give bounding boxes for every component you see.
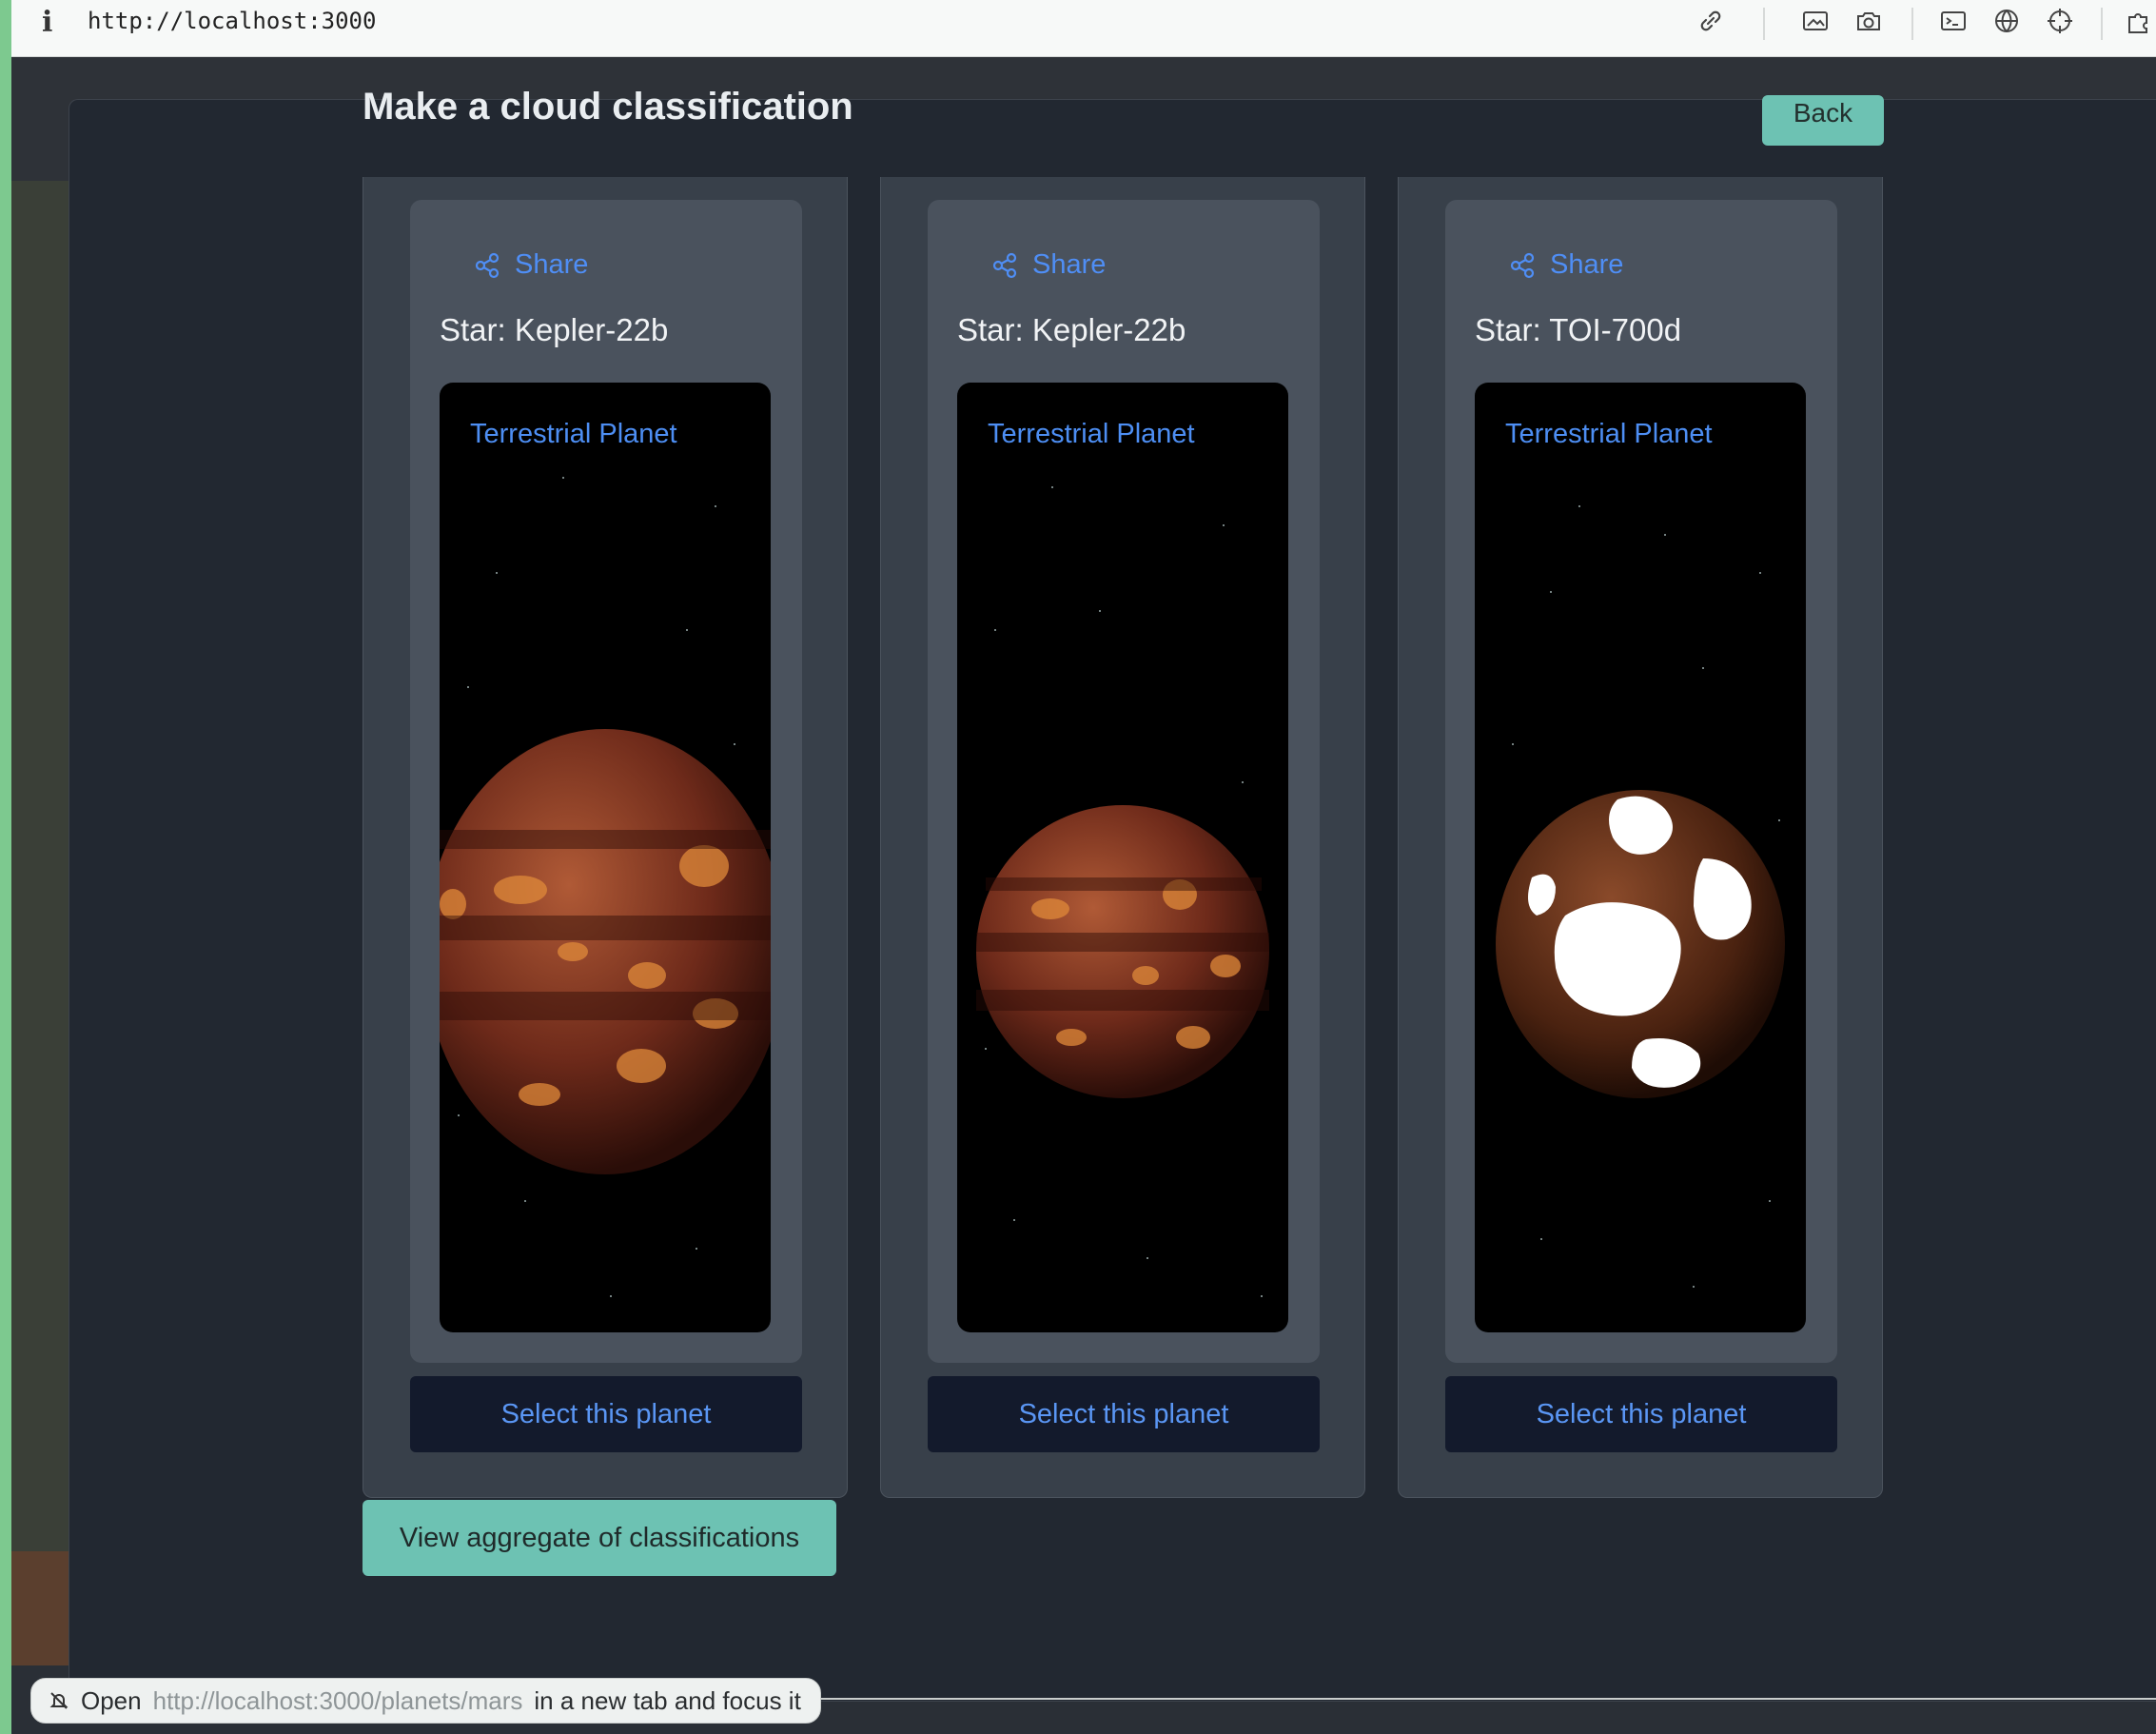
planet-type-label: Terrestrial Planet bbox=[988, 419, 1195, 449]
share-button[interactable]: Share bbox=[1508, 249, 1623, 281]
planet-3d-viewer[interactable]: Terrestrial Planet bbox=[957, 383, 1288, 1332]
planet-render bbox=[440, 477, 771, 1297]
select-planet-button[interactable]: Select this planet bbox=[928, 1376, 1320, 1452]
share-icon bbox=[992, 252, 1017, 278]
planet-card: Share Star: Kepler-22b Terrestrial Plane… bbox=[410, 200, 802, 1363]
share-label: Share bbox=[1550, 249, 1624, 280]
back-button[interactable]: Back bbox=[1762, 95, 1884, 146]
share-icon bbox=[475, 252, 500, 278]
toolbar-separator bbox=[1911, 8, 1913, 40]
star-name: Star: Kepler-22b bbox=[957, 312, 1186, 347]
crosshair-icon[interactable] bbox=[2045, 6, 2075, 36]
planet-option-column: Share Star: Kepler-22b Terrestrial Plane… bbox=[363, 177, 848, 1498]
browser-toolbar: i http://localhost:3000 bbox=[0, 0, 2156, 57]
planet-option-column: Share Star: Kepler-22b Terrestrial Plane… bbox=[880, 177, 1365, 1498]
globe-icon[interactable] bbox=[1991, 6, 2022, 36]
planet-option-column: Share Star: TOI-700d Terrestrial Planet … bbox=[1398, 177, 1883, 1498]
extension-icon[interactable] bbox=[2124, 6, 2154, 36]
status-link: http://localhost:3000/planets/mars bbox=[152, 1685, 523, 1715]
link-status-tooltip: Open http://localhost:3000/planets/mars … bbox=[30, 1678, 821, 1724]
camera-icon[interactable] bbox=[1853, 6, 1884, 36]
status-prefix: Open bbox=[81, 1685, 142, 1715]
planet-3d-viewer[interactable]: Terrestrial Planet bbox=[1475, 383, 1806, 1332]
share-button[interactable]: Share bbox=[990, 249, 1106, 281]
info-icon[interactable]: i bbox=[42, 6, 52, 39]
terminal-icon[interactable] bbox=[1938, 6, 1969, 36]
address-bar[interactable]: http://localhost:3000 bbox=[88, 8, 376, 34]
view-aggregate-button[interactable]: View aggregate of classifications bbox=[363, 1500, 836, 1576]
planet-3d-viewer[interactable]: Terrestrial Planet bbox=[440, 383, 771, 1332]
planet-type-label: Terrestrial Planet bbox=[1505, 419, 1713, 449]
planet-render bbox=[976, 486, 1269, 1297]
star-name: Star: TOI-700d bbox=[1475, 312, 1682, 347]
share-button[interactable]: Share bbox=[473, 249, 588, 281]
link-icon[interactable] bbox=[1695, 6, 1726, 36]
bell-off-icon bbox=[49, 1692, 69, 1709]
planet-type-label: Terrestrial Planet bbox=[470, 419, 677, 449]
share-label: Share bbox=[515, 249, 589, 280]
planet-card: Share Star: TOI-700d Terrestrial Planet bbox=[1445, 200, 1837, 1363]
modal-title: Make a cloud classification bbox=[363, 86, 853, 128]
status-underline bbox=[818, 1698, 2156, 1700]
share-label: Share bbox=[1032, 249, 1107, 280]
select-planet-button[interactable]: Select this planet bbox=[1445, 1376, 1837, 1452]
status-suffix: in a new tab and focus it bbox=[534, 1685, 801, 1715]
star-name: Star: Kepler-22b bbox=[440, 312, 669, 347]
image-capture-icon[interactable] bbox=[1800, 6, 1831, 36]
background-scenery bbox=[11, 181, 69, 1551]
toolbar-separator bbox=[2101, 8, 2103, 40]
background-scenery-ground bbox=[11, 1551, 69, 1665]
planet-render bbox=[1496, 505, 1785, 1288]
select-planet-button[interactable]: Select this planet bbox=[410, 1376, 802, 1452]
planet-sphere bbox=[440, 729, 771, 1174]
share-icon bbox=[1510, 252, 1535, 278]
planet-card: Share Star: Kepler-22b Terrestrial Plane… bbox=[928, 200, 1320, 1363]
toolbar-separator bbox=[1763, 8, 1765, 40]
window-edge bbox=[0, 0, 11, 1734]
